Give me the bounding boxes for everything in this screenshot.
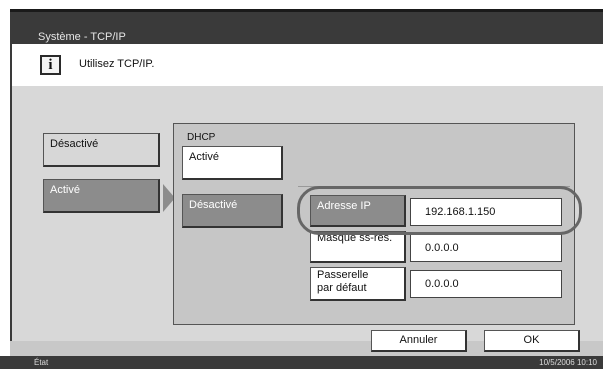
message-text: Utilisez TCP/IP. (79, 58, 155, 70)
dhcp-on-button[interactable]: Activé (182, 146, 283, 180)
ok-button[interactable]: OK (484, 330, 580, 352)
subnet-mask-button[interactable]: Masque ss-rés. (310, 231, 406, 263)
default-gateway-button[interactable]: Passerelle par défaut (310, 267, 406, 301)
dhcp-label: DHCP (187, 132, 216, 143)
datetime: 10/5/2006 10:10 (539, 358, 597, 367)
info-icon: i (40, 55, 61, 75)
status-label: État (34, 358, 49, 367)
status-bar: État 10/5/2006 10:10 (0, 356, 603, 369)
ip-address-highlight (297, 186, 582, 235)
page-title: Système - TCP/IP (38, 31, 126, 43)
dhcp-off-button[interactable]: Désactivé (182, 194, 283, 228)
cancel-button[interactable]: Annuler (371, 330, 467, 352)
tcpip-on-button[interactable]: Activé (43, 179, 160, 213)
default-gateway-field[interactable]: 0.0.0.0 (410, 270, 562, 298)
tcpip-settings-screen: Système - TCP/IP i Utilisez TCP/IP. Désa… (0, 0, 603, 369)
title-bar: Système - TCP/IP (10, 9, 603, 44)
subnet-mask-field[interactable]: 0.0.0.0 (410, 234, 562, 262)
tcpip-off-button[interactable]: Désactivé (43, 133, 160, 167)
